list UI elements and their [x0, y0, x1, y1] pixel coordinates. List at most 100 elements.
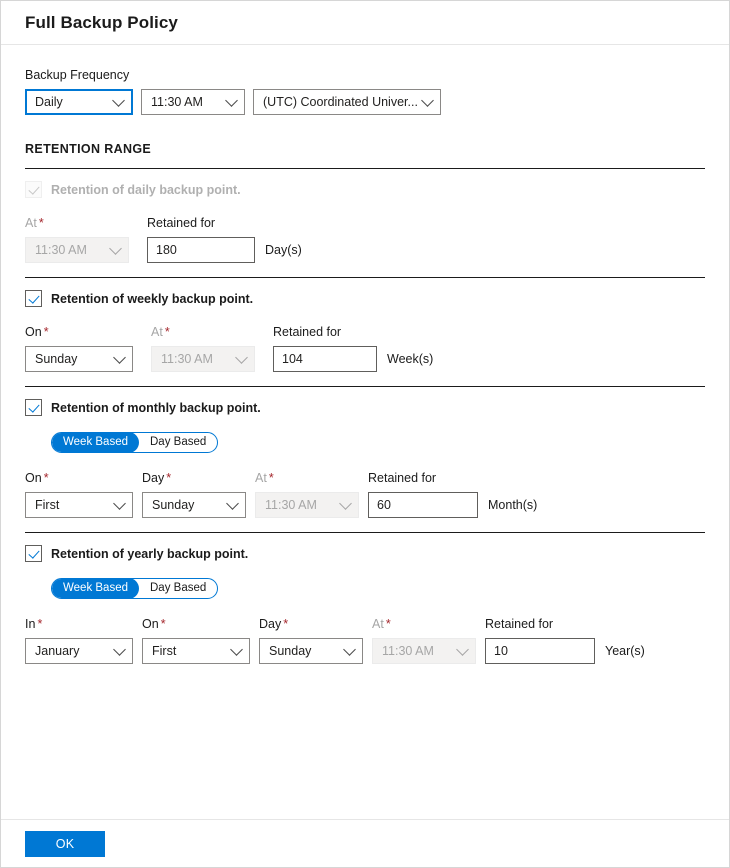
chevron-down-icon — [235, 351, 248, 364]
monthly-on-field: On* First — [25, 470, 133, 518]
yearly-at-label: At* — [372, 616, 476, 632]
daily-at-value: 11:30 AM — [35, 243, 87, 257]
daily-at-field: At* 11:30 AM — [25, 215, 129, 263]
yearly-on-value: First — [152, 644, 176, 658]
frequency-select[interactable]: Daily — [25, 89, 133, 115]
yearly-at-select: 11:30 AM — [372, 638, 476, 664]
daily-retained-input[interactable]: 180 — [147, 237, 255, 263]
frequency-time-value: 11:30 AM — [151, 95, 203, 109]
chevron-down-icon — [113, 351, 126, 364]
weekly-retained-input[interactable]: 104 — [273, 346, 377, 372]
weekly-at-field: At* 11:30 AM — [151, 324, 255, 372]
yearly-at-field: At* 11:30 AM — [372, 616, 476, 664]
daily-retained-label: Retained for — [147, 215, 302, 231]
monthly-schedule-type-toggle[interactable]: Week Based Day Based — [51, 432, 218, 453]
retention-monthly-checkbox[interactable] — [25, 399, 42, 416]
yearly-schedule-type-toggle[interactable]: Week Based Day Based — [51, 578, 218, 599]
yearly-day-value: Sunday — [269, 644, 311, 658]
chevron-down-icon — [456, 643, 469, 656]
chevron-down-icon — [113, 497, 126, 510]
weekly-retained-label: Retained for — [273, 324, 433, 340]
required-marker: * — [269, 471, 274, 485]
yearly-on-field: On* First — [142, 616, 250, 664]
yearly-week-based-option[interactable]: Week Based — [52, 578, 139, 599]
weekly-on-label: On* — [25, 324, 133, 340]
yearly-day-based-option[interactable]: Day Based — [139, 578, 217, 599]
retention-range-heading: RETENTION RANGE — [25, 142, 705, 156]
yearly-at-value: 11:30 AM — [382, 644, 434, 658]
full-backup-policy-panel: Full Backup Policy Backup Frequency Dail… — [0, 0, 730, 868]
yearly-on-select[interactable]: First — [142, 638, 250, 664]
weekly-at-label: At* — [151, 324, 255, 340]
retention-daily-checkbox — [25, 181, 42, 198]
timezone-select[interactable]: (UTC) Coordinated Univer... — [253, 89, 441, 115]
monthly-at-label: At* — [255, 470, 359, 486]
retention-yearly-checkbox-row[interactable]: Retention of yearly backup point. — [25, 545, 705, 562]
monthly-retained-field: Retained for 60 Month(s) — [368, 470, 537, 518]
yearly-day-field: Day* Sunday — [259, 616, 363, 664]
monthly-day-select[interactable]: Sunday — [142, 492, 246, 518]
monthly-retained-input[interactable]: 60 — [368, 492, 478, 518]
yearly-retained-input[interactable]: 10 — [485, 638, 595, 664]
retention-monthly-section: Retention of monthly backup point. Week … — [25, 387, 705, 532]
timezone-value: (UTC) Coordinated Univer... — [263, 95, 418, 109]
daily-retained-field: Retained for 180 Day(s) — [147, 215, 302, 263]
yearly-in-value: January — [35, 644, 79, 658]
panel-body: Backup Frequency Daily 11:30 AM (UTC) Co… — [1, 45, 729, 678]
monthly-retained-unit: Month(s) — [488, 492, 537, 518]
retention-weekly-label: Retention of weekly backup point. — [51, 292, 253, 306]
yearly-in-select[interactable]: January — [25, 638, 133, 664]
retention-weekly-checkbox-row[interactable]: Retention of weekly backup point. — [25, 290, 705, 307]
monthly-retained-value: 60 — [377, 498, 391, 512]
monthly-at-value: 11:30 AM — [265, 498, 317, 512]
monthly-day-value: Sunday — [152, 498, 194, 512]
chevron-down-icon — [112, 94, 125, 107]
chevron-down-icon — [109, 242, 122, 255]
chevron-down-icon — [339, 497, 352, 510]
chevron-down-icon — [226, 497, 239, 510]
monthly-on-label: On* — [25, 470, 133, 486]
monthly-on-value: First — [35, 498, 59, 512]
retention-monthly-checkbox-row[interactable]: Retention of monthly backup point. — [25, 399, 705, 416]
chevron-down-icon — [225, 94, 238, 107]
weekly-on-select[interactable]: Sunday — [25, 346, 133, 372]
weekly-retained-value: 104 — [282, 352, 303, 366]
required-marker: * — [37, 617, 42, 631]
chevron-down-icon — [113, 643, 126, 656]
monthly-at-field: At* 11:30 AM — [255, 470, 359, 518]
daily-retained-unit: Day(s) — [265, 237, 302, 263]
retention-yearly-label: Retention of yearly backup point. — [51, 547, 248, 561]
retention-weekly-inputs: On* Sunday At* 11:30 AM Retained for — [25, 324, 705, 372]
monthly-week-based-option[interactable]: Week Based — [52, 432, 139, 453]
retention-daily-checkbox-row[interactable]: Retention of daily backup point. — [25, 181, 705, 198]
chevron-down-icon — [343, 643, 356, 656]
backup-frequency-row: Daily 11:30 AM (UTC) Coordinated Univer.… — [25, 89, 705, 115]
frequency-select-value: Daily — [35, 95, 63, 109]
monthly-at-select: 11:30 AM — [255, 492, 359, 518]
retention-monthly-label: Retention of monthly backup point. — [51, 401, 261, 415]
retention-yearly-section: Retention of yearly backup point. Week B… — [25, 533, 705, 678]
yearly-retained-field: Retained for 10 Year(s) — [485, 616, 645, 664]
yearly-retained-unit: Year(s) — [605, 638, 645, 664]
daily-retained-value: 180 — [156, 243, 177, 257]
retention-yearly-checkbox[interactable] — [25, 545, 42, 562]
panel-footer: OK — [1, 819, 729, 867]
retention-yearly-inputs: In* January On* First Day* — [25, 616, 705, 664]
monthly-day-based-option[interactable]: Day Based — [139, 432, 217, 453]
retention-weekly-checkbox[interactable] — [25, 290, 42, 307]
backup-frequency-label: Backup Frequency — [25, 67, 705, 83]
weekly-on-field: On* Sunday — [25, 324, 133, 372]
monthly-on-select[interactable]: First — [25, 492, 133, 518]
chevron-down-icon — [230, 643, 243, 656]
frequency-time-select[interactable]: 11:30 AM — [141, 89, 245, 115]
yearly-day-select[interactable]: Sunday — [259, 638, 363, 664]
monthly-day-label: Day* — [142, 470, 246, 486]
required-marker: * — [44, 325, 49, 339]
panel-header: Full Backup Policy — [1, 1, 729, 45]
yearly-retained-value: 10 — [494, 644, 508, 658]
yearly-on-label: On* — [142, 616, 250, 632]
daily-at-label: At* — [25, 215, 129, 231]
retention-daily-section: Retention of daily backup point. At* 11:… — [25, 169, 705, 277]
ok-button[interactable]: OK — [25, 831, 105, 857]
weekly-on-value: Sunday — [35, 352, 77, 366]
